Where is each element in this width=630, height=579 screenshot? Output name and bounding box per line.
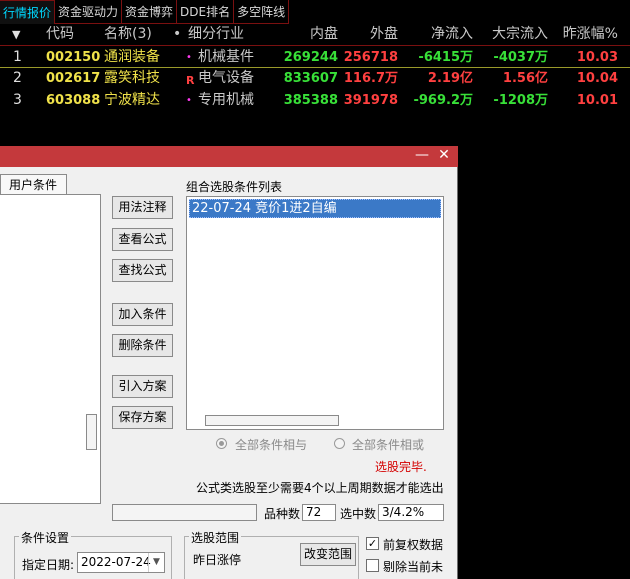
add-condition-button[interactable]: 加入条件 — [112, 303, 173, 326]
exclude-checkbox[interactable] — [366, 559, 379, 572]
selected-label: 选中数 — [340, 507, 377, 521]
industry: 机械基件 — [198, 49, 254, 65]
condition-settings-title: 条件设置 — [19, 529, 72, 546]
net-inflow: 2.19亿 — [427, 71, 473, 86]
delete-condition-button[interactable]: 删除条件 — [112, 334, 173, 357]
header-prev-change[interactable]: 昨涨幅% — [563, 23, 618, 46]
find-formula-button[interactable]: 查找公式 — [112, 259, 173, 282]
condition-list-title: 组合选股条件列表 — [186, 180, 283, 194]
net-inflow: -6415万 — [418, 50, 473, 65]
table-row[interactable]: 3 603088 宁波精达 • 专用机械 385388 391978 -969.… — [0, 89, 630, 112]
mark-icon: • — [186, 95, 192, 106]
net-inflow: -969.2万 — [413, 93, 473, 108]
tab-quote[interactable]: 行情报价 — [0, 0, 56, 24]
prev-change: 10.04 — [576, 71, 618, 86]
fq-label: 前复权数据 — [383, 538, 444, 552]
radio-and-label: 全部条件相与 — [235, 438, 308, 452]
inner-volume: 833607 — [283, 71, 338, 86]
tab-fund-game[interactable]: 资金博弈 — [122, 0, 178, 24]
prev-change: 10.01 — [576, 93, 618, 108]
row-index: 3 — [13, 92, 22, 108]
view-formula-button[interactable]: 查看公式 — [112, 228, 173, 251]
block-inflow: 1.56亿 — [502, 71, 548, 86]
tab-long-short[interactable]: 多空阵线 — [234, 0, 290, 24]
row-index: 2 — [13, 70, 22, 86]
stock-code: 002150 — [46, 50, 101, 65]
status-text: 选股完毕. — [375, 460, 427, 474]
chevron-down-icon[interactable]: ▼ — [148, 553, 164, 572]
user-condition-list[interactable] — [0, 194, 101, 504]
date-select[interactable]: 2022-07-24 ▼ — [77, 552, 165, 573]
exclude-label: 剔除当前未 — [383, 560, 444, 574]
table-row[interactable]: 2 002617 露笑科技 R 电气设备 833607 116.7万 2.19亿… — [0, 67, 630, 90]
count-value: 72 — [302, 504, 336, 521]
tab-fund-drive[interactable]: 资金驱动力 — [55, 0, 123, 24]
row-index: 1 — [13, 49, 22, 65]
header-block-inflow[interactable]: 大宗流入 — [492, 23, 548, 46]
prev-change: 10.03 — [576, 50, 618, 65]
dialog-title-bar[interactable]: — ✕ — [0, 146, 458, 167]
date-value: 2022-07-24 — [81, 555, 151, 569]
header-dot: • — [173, 26, 182, 42]
selected-value: 3/4.2% — [378, 504, 444, 521]
quote-table-header: ▼ 代码 名称(3) • 细分行业 内盘 外盘 净流入 大宗流入 昨涨幅% — [0, 23, 630, 46]
header-inner[interactable]: 内盘 — [310, 23, 338, 46]
count-label: 品种数 — [264, 507, 301, 521]
radio-or[interactable] — [334, 438, 345, 449]
block-inflow: -1208万 — [493, 93, 548, 108]
top-tab-bar: 行情报价 资金驱动力 资金博弈 DDE排名 多空阵线 — [0, 0, 290, 24]
import-plan-button[interactable]: 引入方案 — [112, 375, 173, 398]
header-outer[interactable]: 外盘 — [370, 23, 398, 46]
screen: 行情报价 资金驱动力 资金博弈 DDE排名 多空阵线 ▼ 代码 名称(3) • … — [0, 0, 630, 579]
outer-volume: 391978 — [343, 93, 398, 108]
industry: 专用机械 — [198, 92, 254, 108]
list-item[interactable]: 22-07-24 竞价1进2自编 — [189, 199, 441, 218]
tab-dde-rank[interactable]: DDE排名 — [177, 0, 235, 24]
stock-name: 露笑科技 — [104, 70, 160, 86]
close-icon[interactable]: ✕ — [433, 146, 455, 167]
stock-name: 通润装备 — [104, 49, 160, 65]
header-name[interactable]: 名称(3) — [104, 23, 152, 46]
range-group-title: 选股范围 — [189, 529, 242, 546]
save-plan-button[interactable]: 保存方案 — [112, 406, 173, 429]
stock-code: 002617 — [46, 71, 101, 86]
stock-name: 宁波精达 — [104, 92, 160, 108]
table-row[interactable]: 1 002150 通润装备 • 机械基件 269244 256718 -6415… — [0, 45, 630, 68]
header-industry[interactable]: 细分行业 — [188, 23, 244, 46]
stock-code: 603088 — [46, 93, 101, 108]
condition-list-scrollbar[interactable] — [205, 415, 339, 426]
industry: 电气设备 — [198, 70, 254, 86]
outer-volume: 256718 — [343, 50, 398, 65]
header-net-inflow[interactable]: 净流入 — [431, 23, 473, 46]
mark-icon: • — [186, 52, 192, 63]
progress-bar — [112, 504, 257, 521]
outer-volume: 116.7万 — [343, 71, 398, 86]
block-inflow: -4037万 — [493, 50, 548, 65]
change-range-button[interactable]: 改变范围 — [300, 543, 356, 566]
fq-checkbox[interactable]: ✓ — [366, 537, 379, 550]
combined-condition-list[interactable]: 22-07-24 竞价1进2自编 — [186, 196, 444, 430]
range-value: 昨日涨停 — [193, 553, 242, 567]
minimize-icon[interactable]: — — [411, 146, 433, 167]
inner-volume: 269244 — [283, 50, 338, 65]
left-list-scrollbar[interactable] — [86, 414, 97, 450]
tab-user-conditions[interactable]: 用户条件 — [0, 174, 67, 195]
date-label: 指定日期: — [22, 558, 75, 572]
header-code[interactable]: 代码 — [46, 23, 74, 46]
radio-and[interactable] — [216, 438, 227, 449]
usage-notes-button[interactable]: 用法注释 — [112, 196, 173, 219]
inner-volume: 385388 — [283, 93, 338, 108]
radio-or-label: 全部条件相或 — [352, 438, 425, 452]
formula-note: 公式类选股至少需要4个以上周期数据才能选出 — [196, 481, 444, 495]
condition-stock-picker-dialog: — ✕ 用户条件 用法注释 查看公式 查找公式 加入条件 删除条件 引入方案 保… — [0, 146, 458, 579]
sort-arrow-icon[interactable]: ▼ — [12, 23, 20, 46]
